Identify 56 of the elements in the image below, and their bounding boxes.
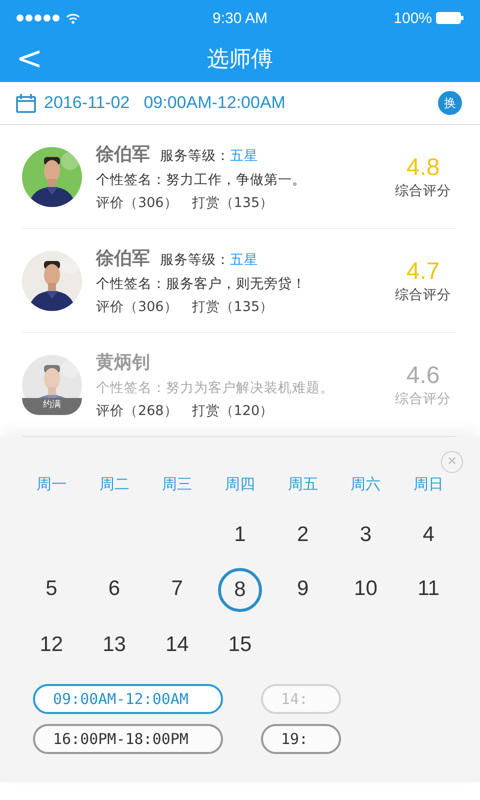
booking-time: 09:00AM-12:00AM [144,93,286,113]
signal-icon [16,14,62,22]
weekday-label: 周一 [36,475,66,494]
signature-text: 个性签名：努力为客户解决装机难题。 [96,378,335,396]
master-name: 徐伯军 [96,246,150,270]
review-count: 评价（306） [96,298,178,316]
date-button[interactable]: 8 [218,568,262,612]
tip-count: 打赏（135） [192,194,274,212]
time-slot-button[interactable]: 16:00PM-18:00PM [33,724,223,754]
weekday-label: 周五 [288,475,318,494]
date-button[interactable]: 5 [30,568,72,610]
weekday-label: 周六 [350,475,381,494]
date-button[interactable]: 12 [30,624,72,666]
time-slot-button[interactable]: 19: [261,724,341,754]
date-button[interactable]: 3 [344,514,387,556]
rating-label: 综合评分 [395,286,451,304]
page-title: 选师傅 [207,46,273,74]
rating-score: 4.6 [406,362,440,390]
review-count: 评价（306） [96,194,178,212]
date-button[interactable]: 11 [408,568,450,610]
signature-text: 个性签名：努力工作，争做第一。 [96,170,307,188]
date-button[interactable]: 13 [93,624,136,666]
signature-text: 个性签名：服务客户，则无旁贷！ [96,274,307,292]
date-button[interactable]: 4 [408,514,450,556]
date-button[interactable]: 10 [344,568,387,610]
clock-time: 9:30 AM [212,10,268,26]
battery-icon [436,12,464,24]
wifi-icon [66,12,80,24]
date-button[interactable]: 7 [156,568,198,610]
weekday-label: 周日 [414,475,444,494]
date-button[interactable]: 15 [218,624,261,666]
switch-button[interactable]: 换 [438,91,462,115]
review-count: 评价（268） [96,402,178,420]
date-button[interactable]: 2 [282,514,324,556]
booking-date: 2016-11-02 [44,93,130,113]
service-level: 服务等级：五星 [160,250,258,268]
master-name: 黄炳钊 [96,350,150,374]
rating-label: 综合评分 [395,182,451,200]
master-name: 徐伯军 [96,142,150,166]
calendar-icon [16,94,36,112]
weekday-label: 周四 [224,475,255,494]
date-button[interactable]: 9 [282,568,324,610]
rating-score: 4.7 [406,258,440,286]
tip-count: 打赏（120） [192,402,274,420]
time-slot-button[interactable]: 09:00AM-12:00AM [33,684,223,714]
fully-booked-badge: 约满 [22,398,82,414]
tip-count: 打赏（135） [192,298,274,316]
rating-label: 综合评分 [395,390,451,408]
date-button[interactable]: 6 [93,568,136,610]
weekday-label: 周二 [99,475,130,494]
weekday-label: 周三 [162,475,192,494]
battery-percent: 100% [394,10,432,26]
rating-score: 4.8 [406,154,440,182]
service-level: 服务等级：五星 [160,146,258,164]
date-button[interactable]: 14 [156,624,198,666]
date-button[interactable]: 1 [218,514,261,556]
